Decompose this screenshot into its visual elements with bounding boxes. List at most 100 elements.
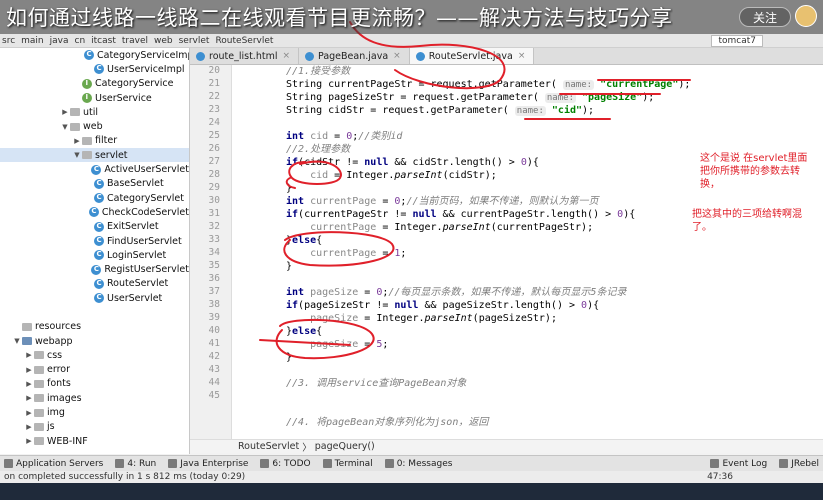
follow-button[interactable]: 关注 xyxy=(739,7,791,27)
tool-messages[interactable]: 0: Messages xyxy=(384,459,452,469)
tree-item[interactable]: ▼ servlet xyxy=(0,148,189,163)
tool-java-enterprise[interactable]: Java Enterprise xyxy=(168,459,248,469)
chevron-right-icon[interactable]: ▶ xyxy=(24,380,34,388)
code-line[interactable]: currentPage = 1; xyxy=(286,247,406,260)
editor-crumb-class[interactable]: RouteServlet xyxy=(238,441,299,452)
chevron-right-icon[interactable]: ▶ xyxy=(72,137,82,145)
editor-tab[interactable]: PageBean.java × xyxy=(299,48,410,64)
crumb-java[interactable]: java xyxy=(50,36,69,46)
code-line[interactable]: } xyxy=(286,182,292,195)
folder-icon xyxy=(22,322,32,331)
avatar[interactable] xyxy=(795,5,817,27)
chevron-right-icon[interactable]: ▶ xyxy=(24,437,34,445)
code-line[interactable]: }else{ xyxy=(286,325,322,338)
crumb-travel[interactable]: travel xyxy=(122,36,148,46)
tree-item[interactable]: resources xyxy=(0,320,189,334)
chevron-right-icon[interactable]: ▶ xyxy=(24,423,34,431)
tree-item[interactable]: ▼ webapp xyxy=(0,334,189,348)
code-line[interactable]: pageSize = Integer.parseInt(pageSizeStr)… xyxy=(286,312,557,325)
chevron-down-icon[interactable]: ▼ xyxy=(60,123,70,131)
tree-item[interactable]: UserService xyxy=(0,91,189,105)
tree-item[interactable]: ▶ images xyxy=(0,391,189,405)
chevron-right-icon[interactable]: ▶ xyxy=(24,366,34,374)
tree-item[interactable]: LoginServlet xyxy=(0,248,189,262)
file-icon xyxy=(305,51,315,61)
chevron-right-icon[interactable]: ▶ xyxy=(60,108,70,116)
editor-tab[interactable]: RouteServlet.java × xyxy=(409,48,535,64)
chevron-right-icon[interactable]: ▶ xyxy=(24,409,34,417)
crumb-web[interactable]: web xyxy=(154,36,173,46)
code-line[interactable]: //1.接受参数 xyxy=(286,65,350,78)
chevron-right-icon[interactable]: ▶ xyxy=(24,351,34,359)
tree-item[interactable]: CategoryService xyxy=(0,77,189,91)
tool-jrebel[interactable]: JRebel xyxy=(779,459,819,469)
tree-item[interactable]: ActiveUserServlet xyxy=(0,162,189,176)
chevron-right-icon[interactable]: ▶ xyxy=(24,394,34,402)
cursor-position[interactable]: 47:36 xyxy=(707,472,823,482)
code-line[interactable]: cid = Integer.parseInt(cidStr); xyxy=(286,169,497,182)
editor-tab[interactable]: route_list.html × xyxy=(190,48,300,64)
code-editor[interactable]: 20 21 22 23 24 25 26 27 28 29 30 31 32 33 34 35 36 37 38 39… xyxy=(190,65,823,439)
code-line[interactable]: String currentPageStr = request.getParam… xyxy=(286,78,690,91)
run-config-select[interactable]: tomcat7 xyxy=(711,34,763,47)
crumb-main[interactable]: main xyxy=(21,36,44,46)
line-number: 35 xyxy=(208,260,220,271)
code-line[interactable]: //2.处理参数 xyxy=(286,143,350,156)
code-line[interactable]: //3. 调用service查询PageBean对象 xyxy=(286,377,466,390)
code-line[interactable]: int currentPage = 0;//当前页码，如果不传递，则默认为第一页 xyxy=(286,195,599,208)
tree-item[interactable]: ▶ filter xyxy=(0,134,189,148)
code-line[interactable]: int pageSize = 0;//每页显示条数，如果不传递，默认每页显示5条… xyxy=(286,286,626,299)
close-icon[interactable]: × xyxy=(518,51,526,61)
close-icon[interactable]: × xyxy=(282,51,290,61)
tree-item[interactable]: RegistUserServlet xyxy=(0,262,189,276)
code-line[interactable]: if(cidStr != null && cidStr.length() > 0… xyxy=(286,156,539,169)
code-line[interactable]: if(pageSizeStr != null && pageSizeStr.le… xyxy=(286,299,599,312)
chevron-down-icon[interactable]: ▼ xyxy=(72,151,82,159)
code-line[interactable]: }else{ xyxy=(286,234,322,247)
crumb-cn[interactable]: cn xyxy=(75,36,86,46)
tree-item[interactable]: ▶ fonts xyxy=(0,377,189,391)
crumb-itcast[interactable]: itcast xyxy=(91,36,116,46)
code-line[interactable]: currentPage = Integer.parseInt(currentPa… xyxy=(286,221,593,234)
tree-item[interactable]: ExitServlet xyxy=(0,220,189,234)
editor-crumb-method[interactable]: pageQuery() xyxy=(315,441,375,452)
tree-item[interactable]: ▶ error xyxy=(0,363,189,377)
editor-breadcrumb: RouteServlet 〉 pageQuery() xyxy=(190,439,823,454)
line-number: 30 xyxy=(208,195,220,206)
tree-item[interactable]: RouteServlet xyxy=(0,277,189,291)
code-line[interactable]: int cid = 0;//类别id xyxy=(286,130,402,143)
tool-application-servers[interactable]: Application Servers xyxy=(4,459,103,469)
tree-item[interactable]: BaseServlet xyxy=(0,177,189,191)
tree-item[interactable]: ▶ WEB-INF xyxy=(0,434,189,448)
close-icon[interactable]: × xyxy=(393,51,401,61)
tree-item[interactable]: UserServlet xyxy=(0,291,189,305)
tool-event-log[interactable]: Event Log xyxy=(710,459,767,469)
tree-item-label: css xyxy=(47,349,63,361)
code-line[interactable]: } xyxy=(286,260,292,273)
tree-item[interactable]: CheckCodeServlet xyxy=(0,205,189,219)
tree-item[interactable]: ▶ css xyxy=(0,348,189,362)
tool-todo[interactable]: 6: TODO xyxy=(260,459,311,469)
code-line[interactable]: String pageSizeStr = request.getParamete… xyxy=(286,91,654,104)
code-line[interactable]: pageSize = 5; xyxy=(286,338,388,351)
crumb-routeservlet[interactable]: RouteServlet xyxy=(215,36,273,46)
crumb-src[interactable]: src xyxy=(2,36,15,46)
tree-item[interactable]: ▼ web xyxy=(0,119,189,133)
chevron-down-icon[interactable]: ▼ xyxy=(12,337,22,345)
line-number: 26 xyxy=(208,143,220,154)
project-tree[interactable]: CategoryServiceImpl UserServiceImpl Catego… xyxy=(0,48,190,454)
tool-terminal[interactable]: Terminal xyxy=(322,459,373,469)
tree-item[interactable]: CategoryServlet xyxy=(0,191,189,205)
tree-item[interactable]: CategoryServiceImpl xyxy=(0,48,189,62)
tree-item[interactable]: ▶ img xyxy=(0,405,189,419)
tool-run[interactable]: 4: Run xyxy=(115,459,156,469)
code-line[interactable]: //4. 将pageBean对象序列化为json，返回 xyxy=(286,416,488,429)
tree-item[interactable]: FindUserServlet xyxy=(0,234,189,248)
code-line[interactable]: } xyxy=(286,351,292,364)
tree-item[interactable]: ▶ util xyxy=(0,105,189,119)
tree-item[interactable]: ▶ js xyxy=(0,420,189,434)
crumb-servlet[interactable]: servlet xyxy=(179,36,210,46)
code-line[interactable]: if(currentPageStr != null && currentPage… xyxy=(286,208,635,221)
code-line[interactable]: String cidStr = request.getParameter( na… xyxy=(286,104,594,117)
tree-item[interactable]: UserServiceImpl xyxy=(0,62,189,76)
